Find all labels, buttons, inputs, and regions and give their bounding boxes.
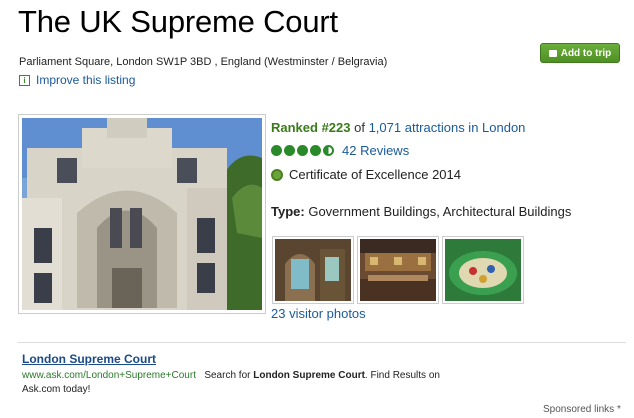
certificate-of-excellence: Certificate of Excellence 2014	[271, 167, 461, 182]
suitcase-icon	[548, 49, 557, 57]
rating-bubble-icon	[310, 145, 321, 156]
type-value: Government Buildings, Architectural Buil…	[304, 204, 572, 219]
sponsored-ad-title[interactable]: London Supreme Court	[22, 352, 156, 366]
building-photo	[22, 118, 262, 310]
rating-bubble-icon	[271, 145, 282, 156]
attraction-type: Type: Government Buildings, Architectura…	[271, 204, 571, 219]
sponsored-ad-body: www.ask.com/London+Supreme+Court Search …	[22, 369, 442, 397]
address: Parliament Square, London SW1P 3BD , Eng…	[19, 56, 388, 68]
info-marker-icon: *	[616, 404, 621, 415]
certificate-label: Certificate of Excellence 2014	[289, 167, 461, 182]
rating: 42 Reviews	[271, 143, 409, 158]
certificate-badge-icon	[271, 168, 283, 181]
attractions-link[interactable]: 1,071 attractions in London	[369, 120, 526, 135]
sponsored-ad-url[interactable]: www.ask.com/London+Supreme+Court	[22, 370, 196, 381]
ad-text-bold: London Supreme Court	[253, 370, 365, 381]
ad-text-prefix: Search for	[204, 370, 254, 381]
rank-number: Ranked #223	[271, 120, 351, 135]
add-to-trip-button[interactable]: Add to trip	[540, 43, 620, 63]
photo-thumbnails	[272, 236, 527, 304]
photo-thumbnail[interactable]	[442, 236, 524, 304]
rating-half-bubble-icon	[323, 145, 334, 156]
rank-of: of	[350, 120, 369, 135]
main-photo[interactable]	[18, 114, 266, 314]
reviews-link[interactable]: 42 Reviews	[342, 143, 409, 158]
photo-thumbnail[interactable]	[272, 236, 354, 304]
section-divider	[18, 342, 626, 343]
sponsored-links-label[interactable]: Sponsored links *	[543, 404, 621, 415]
add-to-trip-label: Add to trip	[560, 47, 612, 59]
sponsored-links-text: Sponsored links	[543, 404, 617, 415]
visitor-photos-link[interactable]: 23 visitor photos	[271, 306, 366, 321]
interior-photo	[275, 239, 351, 301]
page-title: The UK Supreme Court	[18, 4, 338, 39]
floor-emblem-photo	[445, 239, 521, 301]
info-icon: i	[19, 74, 30, 86]
courtroom-photo	[360, 239, 436, 301]
ranking: Ranked #223 of 1,071 attractions in Lond…	[271, 120, 525, 135]
type-label: Type:	[271, 204, 305, 219]
photo-thumbnail[interactable]	[357, 236, 439, 304]
rating-bubble-icon	[297, 145, 308, 156]
improve-listing-label: Improve this listing	[36, 73, 136, 87]
improve-listing-link[interactable]: i Improve this listing	[19, 73, 135, 87]
rating-bubble-icon	[284, 145, 295, 156]
